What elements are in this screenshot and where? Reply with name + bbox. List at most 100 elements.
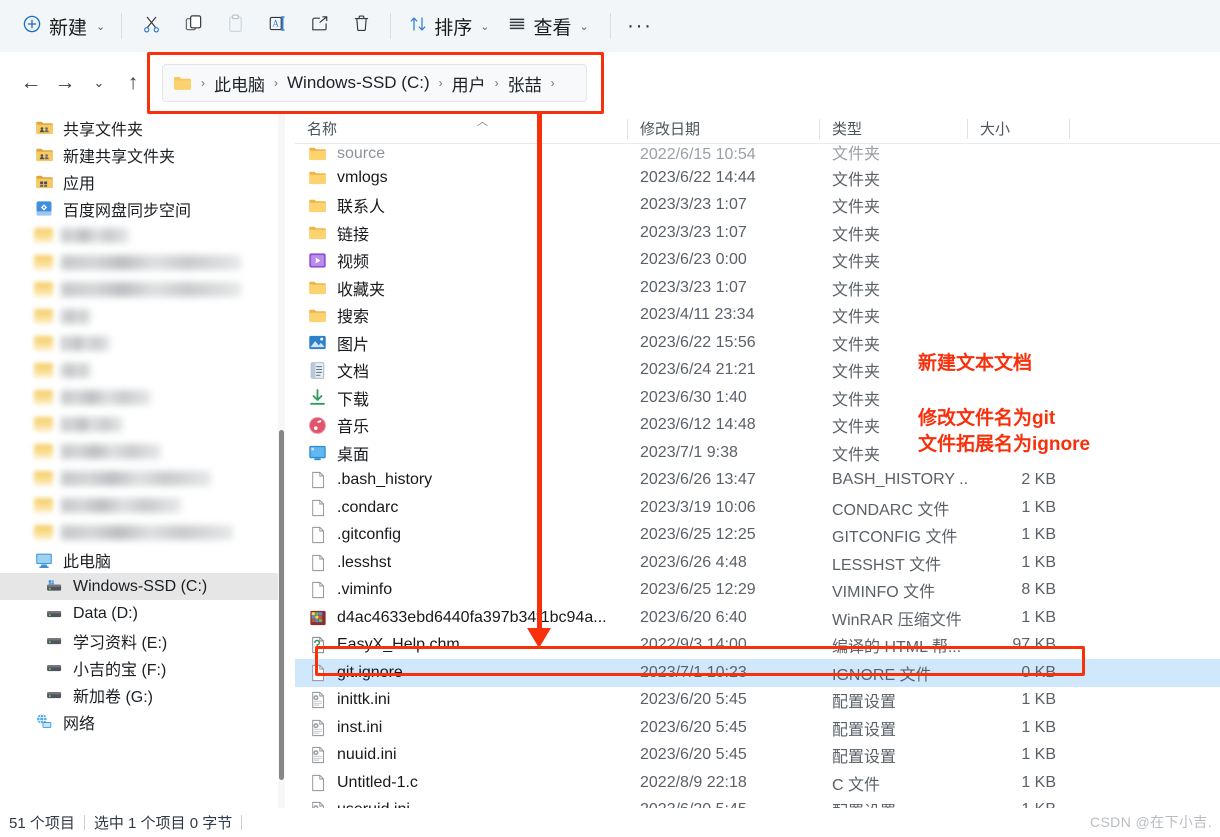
table-row[interactable]: 链接 2023/3/23 1:07 文件夹	[295, 219, 1220, 247]
sidebar-redacted-item-0[interactable]	[0, 222, 285, 249]
chevron-down-icon[interactable]: ⌄	[579, 20, 588, 33]
file-name-cell: 视频	[295, 248, 628, 272]
copy-button[interactable]	[172, 8, 214, 44]
up-button[interactable]: ↑	[116, 66, 150, 100]
file-date-cell: 2022/9/3 14:00	[640, 636, 747, 654]
view-button[interactable]: 查看 ⌄	[498, 8, 597, 44]
file-name-label: 收藏夹	[337, 281, 386, 299]
sidebar-redacted-item-6[interactable]	[0, 384, 285, 411]
sidebar-item-0[interactable]: 共享文件夹	[0, 114, 285, 141]
file-name-cell: EasyX_Help.chm	[295, 635, 628, 656]
column-divider[interactable]	[1069, 118, 1070, 139]
breadcrumb-item-2[interactable]: 用户	[449, 69, 489, 98]
sidebar-redacted-item-10[interactable]	[0, 492, 285, 519]
sidebar-item-1[interactable]: 新建共享文件夹	[0, 141, 285, 168]
table-row[interactable]: 视频 2023/6/23 0:00 文件夹	[295, 247, 1220, 275]
column-header-date[interactable]: 修改日期	[628, 114, 820, 144]
table-row[interactable]: .viminfo 2023/6/25 12:29 VIMINFO 文件 8 KB	[295, 577, 1220, 605]
table-row[interactable]: inst.ini 2023/6/20 5:45 配置设置 1 KB	[295, 714, 1220, 742]
sidebar-item-2[interactable]: 应用	[0, 168, 285, 195]
column-header-size[interactable]: 大小	[968, 114, 1070, 144]
sidebar-redacted-item-4[interactable]	[0, 330, 285, 357]
more-options-button[interactable]: ···	[619, 8, 661, 44]
column-header-name[interactable]: 名称 ︿	[295, 114, 628, 144]
sidebar-redacted-item-2[interactable]	[0, 276, 285, 303]
table-row[interactable]: EasyX_Help.chm 2022/9/3 14:00 编译的 HTML 帮..…	[295, 632, 1220, 660]
table-row[interactable]: 文档 2023/6/24 21:21 文件夹	[295, 357, 1220, 385]
sidebar-item-Data (D:)[interactable]: Data (D:)	[0, 600, 285, 627]
sidebar-item-新加卷 (G:)[interactable]: 新加卷 (G:)	[0, 681, 285, 708]
delete-button[interactable]	[340, 8, 382, 44]
chevron-down-icon[interactable]: ⌄	[480, 20, 489, 33]
table-row[interactable]: d4ac4633ebd6440fa397b34f1bc94a... 2023/6/…	[295, 604, 1220, 632]
table-row[interactable]: .condarc 2023/3/19 10:06 CONDARC 文件 1 KB	[295, 494, 1220, 522]
sidebar-redacted-item-9[interactable]	[0, 465, 285, 492]
chevron-down-icon[interactable]: ⌄	[96, 20, 105, 33]
breadcrumb-item-3[interactable]: 张喆	[505, 69, 545, 98]
table-row[interactable]: 图片 2023/6/22 15:56 文件夹	[295, 329, 1220, 357]
file-rows-container[interactable]: source 2022/6/15 10:54 文件夹 vmlogs 2023/6/22 …	[295, 144, 1220, 808]
table-row[interactable]: .lesshst 2023/6/26 4:48 LESSHST 文件 1 KB	[295, 549, 1220, 577]
rename-button[interactable]: A	[256, 8, 298, 44]
sidebar-item-Windows-SSD (C:)[interactable]: Windows-SSD (C:)	[0, 573, 285, 600]
sidebar-item-小吉的宝 (F:)[interactable]: 小吉的宝 (F:)	[0, 654, 285, 681]
drive-icon	[44, 685, 64, 705]
sidebar-item-label: Data (D:)	[73, 604, 138, 622]
folder-icon	[34, 363, 53, 378]
address-bar[interactable]: › 此电脑 › Windows-SSD (C:) › 用户 › 张喆 ›	[162, 64, 587, 102]
shared-folder-icon	[34, 145, 54, 165]
sidebar-redacted-item-8[interactable]	[0, 438, 285, 465]
column-header-type[interactable]: 类型	[820, 114, 968, 144]
folder-icon	[34, 255, 53, 270]
paste-button[interactable]	[214, 8, 256, 44]
sidebar-redacted-item-11[interactable]	[0, 519, 285, 546]
sidebar-item-学习资料 (E:)[interactable]: 学习资料 (E:)	[0, 627, 285, 654]
sidebar-redacted-item-3[interactable]	[0, 303, 285, 330]
table-row[interactable]: git.ignore 2023/7/1 10:23 IGNORE 文件 0 KB	[295, 659, 1220, 687]
cut-button[interactable]	[130, 8, 172, 44]
file-type-cell: 文件夹	[832, 254, 881, 272]
file-date-cell: 2023/6/20 5:45	[640, 746, 747, 764]
table-row[interactable]: vmlogs 2023/6/22 14:44 文件夹	[295, 164, 1220, 192]
sidebar-bottom-group: 此电脑 Windows-SSD (C:) Data (D:) 学习资料 (E:) 小吉的…	[0, 546, 285, 735]
file-name-label: .lesshst	[337, 553, 392, 571]
sidebar-redacted-item-5[interactable]	[0, 357, 285, 384]
share-button[interactable]	[298, 8, 340, 44]
table-row[interactable]: 下载 2023/6/30 1:40 文件夹	[295, 384, 1220, 412]
sort-button[interactable]: 排序 ⌄	[399, 8, 498, 44]
forward-button[interactable]: →	[48, 66, 82, 100]
table-row[interactable]: Untitled-1.c 2022/8/9 22:18 C 文件 1 KB	[295, 769, 1220, 797]
folder-icon	[34, 525, 53, 540]
back-button[interactable]: ←	[14, 66, 48, 100]
file-date-cell: 2023/3/23 1:07	[640, 278, 747, 296]
sidebar-scrollbar-thumb[interactable]	[279, 430, 284, 780]
table-row[interactable]: 收藏夹 2023/3/23 1:07 文件夹	[295, 274, 1220, 302]
blank-file-icon	[307, 470, 328, 491]
sidebar-item-label: 应用	[63, 175, 96, 193]
sidebar-item-label: 共享文件夹	[63, 121, 144, 139]
sidebar-item-此电脑[interactable]: 此电脑	[0, 546, 285, 573]
table-row[interactable]: 搜索 2023/4/11 23:34 文件夹	[295, 302, 1220, 330]
recent-locations-button[interactable]: ⌄	[82, 66, 116, 100]
breadcrumb-item-1[interactable]: Windows-SSD (C:)	[284, 71, 433, 95]
annotation-note-1: 新建文本文档	[918, 353, 1033, 374]
sidebar-redacted-item-7[interactable]	[0, 411, 285, 438]
file-name-label: vmlogs	[337, 168, 388, 186]
navigation-bar: ← → ⌄ ↑ › 此电脑 › Windows-SSD (C:) › 用户 › …	[0, 52, 1220, 114]
table-row[interactable]: source 2022/6/15 10:54 文件夹	[295, 144, 1220, 164]
breadcrumb-item-0[interactable]: 此电脑	[211, 69, 268, 98]
navigation-pane[interactable]: 共享文件夹新建共享文件夹应用百度网盘同步空间 此电脑 Windows-SSD (C…	[0, 114, 285, 808]
table-row[interactable]: inittk.ini 2023/6/20 5:45 配置设置 1 KB	[295, 687, 1220, 715]
table-row[interactable]: .bash_history 2023/6/26 13:47 BASH_HISTORY…	[295, 467, 1220, 495]
folder-icon	[34, 471, 53, 486]
sidebar-item-3[interactable]: 百度网盘同步空间	[0, 195, 285, 222]
table-row[interactable]: 联系人 2023/3/23 1:07 文件夹	[295, 192, 1220, 220]
table-row[interactable]: .gitconfig 2023/6/25 12:25 GITCONFIG 文件 1 K…	[295, 522, 1220, 550]
sidebar-item-网络[interactable]: 网络	[0, 708, 285, 735]
redacted-label	[61, 471, 211, 486]
file-type-cell: 文件夹	[832, 146, 881, 163]
table-row[interactable]: nuuid.ini 2023/6/20 5:45 配置设置 1 KB	[295, 742, 1220, 770]
new-button[interactable]: 新建 ⌄	[14, 9, 113, 44]
table-row[interactable]: useruid.ini 2023/6/20 5:45配置设置1 KB	[295, 797, 1220, 808]
sidebar-redacted-item-1[interactable]	[0, 249, 285, 276]
